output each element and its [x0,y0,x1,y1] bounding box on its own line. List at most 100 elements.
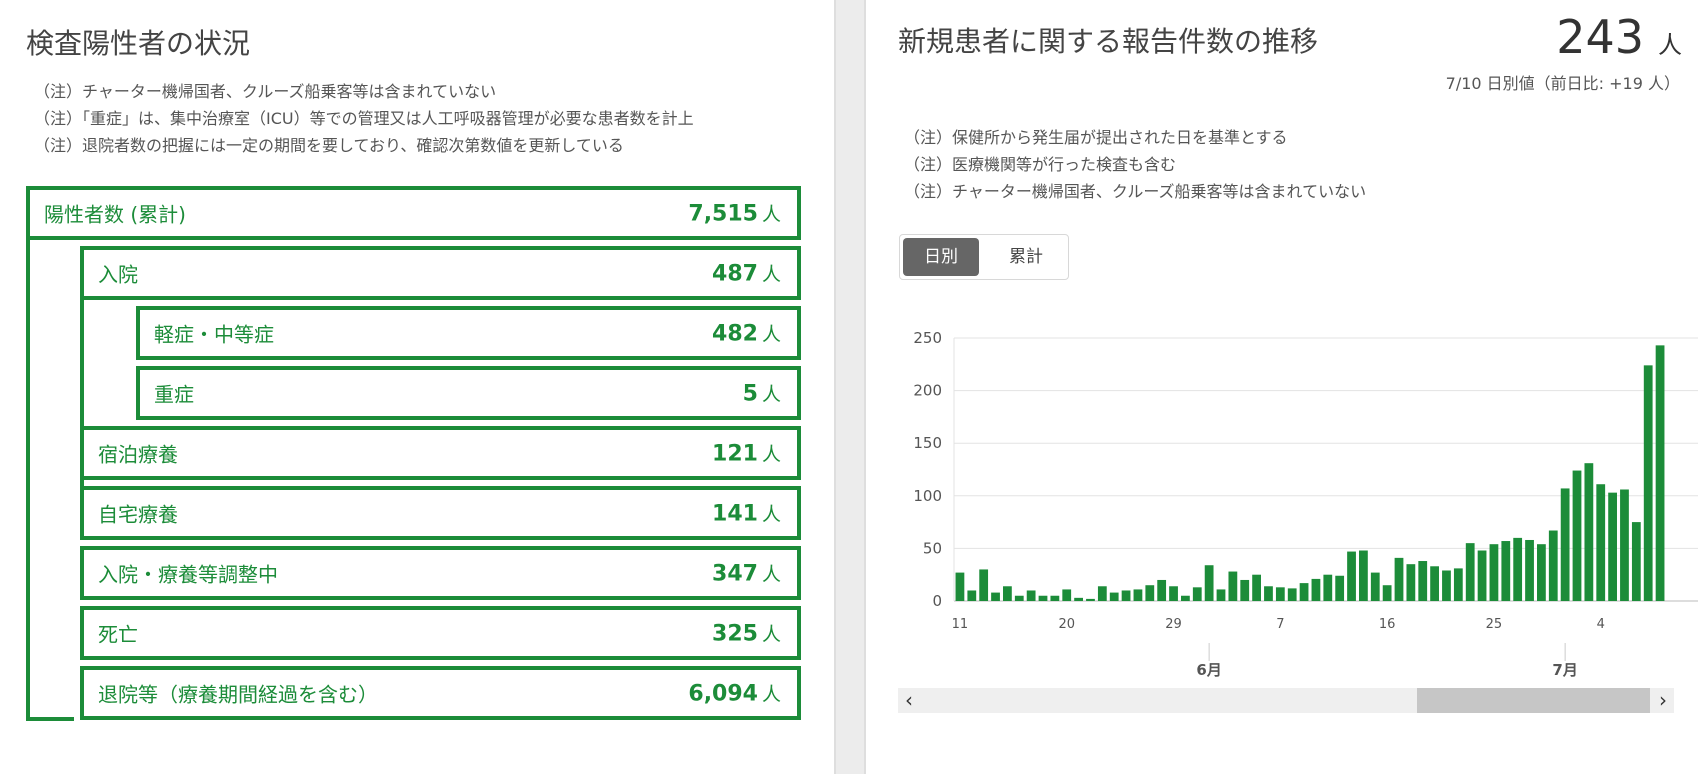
bar [1264,586,1273,601]
row-unit: 人 [761,383,781,406]
bar [1299,583,1309,601]
bar [1192,587,1202,601]
row-severe: 重症 5人 [136,366,801,420]
row-label: 退院等（療養期間経過を含む） [98,682,378,707]
row-value: 5 [742,381,758,407]
row-positive-total: 陽性者数 (累計) 7,515 人 [26,186,801,240]
y-tick-label: 100 [913,487,942,505]
bar [1406,564,1416,601]
bar [1311,578,1321,601]
bar [1216,589,1226,601]
row-label: 死亡 [98,622,138,647]
y-tick-label: 200 [913,382,942,400]
toggle-daily-button[interactable]: 日別 [903,238,979,276]
new-cases-panel: 新規患者に関する報告件数の推移 243 人 7/10 日別値（前日比: +19 人… [866,0,1708,774]
bar [1086,598,1095,601]
bar [1335,575,1345,601]
x-tick-label: 25 [1486,617,1503,632]
bar [1062,589,1072,601]
month-label: 7月 [1552,661,1577,679]
bar [1074,597,1083,601]
row-unit: 人 [761,503,781,526]
month-label: 6月 [1196,661,1221,679]
bar [1620,489,1629,601]
bar [1477,550,1487,601]
bar [1382,585,1392,601]
row-value: 7,515 [688,201,758,227]
row-adjusting: 入院・療養等調整中 347 人 [80,546,801,600]
row-value: 487 [712,261,758,287]
row-label: 宿泊療養 [98,442,178,467]
y-tick-label: 150 [913,434,942,452]
bar [955,572,965,601]
bar [1418,561,1428,601]
latest-count-unit: 人 [1658,31,1682,59]
x-tick-label: 7 [1276,617,1284,632]
bar [1548,530,1558,601]
row-hotel-care: 宿泊療養 121 人 [80,426,801,480]
bar [1359,550,1368,601]
bar [1489,544,1499,601]
new-cases-notes: （注）保健所から発生届が提出された日を基準とする （注）医療機関等が行った検査も… [904,124,1366,205]
bar [1596,484,1606,601]
bar [967,590,977,601]
row-unit: 人 [761,323,781,346]
row-value: 482 [712,321,758,347]
positive-status-panel: 検査陽性者の状況 （注）チャーター機帰国者、クルーズ船乗客等は含まれていない （… [0,0,834,774]
row-deaths: 死亡 325 人 [80,606,801,660]
status-tree: 陽性者数 (累計) 7,515 人 入院 487 人 軽症・中等症 482 人 重症 … [26,186,801,721]
positive-status-notes: （注）チャーター機帰国者、クルーズ船乗客等は含まれていない （注）「重症」は、集… [34,78,694,159]
bar [1501,541,1511,601]
x-tick-label: 29 [1165,617,1182,632]
toggle-cumulative-button[interactable]: 累計 [986,238,1066,276]
bar [1631,522,1641,601]
bar [991,592,1000,601]
row-label: 入院 [98,262,138,287]
row-value: 325 [712,621,758,647]
daily-cumulative-toggle: 日別 累計 [899,234,1069,280]
scrollbar-thumb[interactable] [1417,688,1650,713]
latest-count: 243 人 [1556,10,1682,64]
x-tick-label: 20 [1058,617,1075,632]
bar [1026,590,1036,601]
bar [1050,595,1060,601]
row-value: 121 [712,441,758,467]
bar [1252,574,1261,601]
bar [1465,543,1475,601]
row-label: 軽症・中等症 [154,322,274,347]
chart-scrollbar[interactable]: ‹ › [898,688,1674,713]
y-tick-label: 50 [923,539,942,557]
new-cases-title: 新規患者に関する報告件数の推移 [898,25,1319,58]
note-line: （注）チャーター機帰国者、クルーズ船乗客等は含まれていない [904,182,1367,201]
note-line: （注）保健所から発生届が提出された日を基準とする [904,128,1288,147]
bar [979,569,989,601]
row-unit: 人 [761,443,781,466]
bar [1430,566,1439,601]
scroll-right-icon[interactable]: › [1652,688,1674,713]
row-mild-moderate: 軽症・中等症 482 人 [136,306,801,360]
bar [1655,345,1665,601]
bar [1133,589,1143,601]
bar [1204,565,1214,601]
scroll-left-icon[interactable]: ‹ [898,688,920,713]
x-tick-label: 4 [1597,617,1605,632]
x-tick-label: 11 [952,617,969,632]
bar [1181,595,1190,601]
row-unit: 人 [761,203,781,226]
bar [1370,572,1380,601]
note-line: （注）退院者数の把握には一定の期間を要しており、確認次第数値を更新している [34,136,624,155]
row-label: 陽性者数 (累計) [44,202,186,227]
bar [1572,470,1582,601]
bar [1145,585,1155,601]
tree-connector [26,230,74,721]
row-label: 重症 [154,382,194,407]
row-home-care: 自宅療養 141 人 [80,486,801,540]
bar [1169,586,1178,601]
row-value: 6,094 [688,681,758,707]
bar [1643,365,1653,601]
bar [1608,492,1617,601]
panel-divider [834,0,866,774]
row-unit: 人 [761,683,781,706]
y-tick-label: 250 [913,329,942,347]
bar [1537,544,1546,601]
